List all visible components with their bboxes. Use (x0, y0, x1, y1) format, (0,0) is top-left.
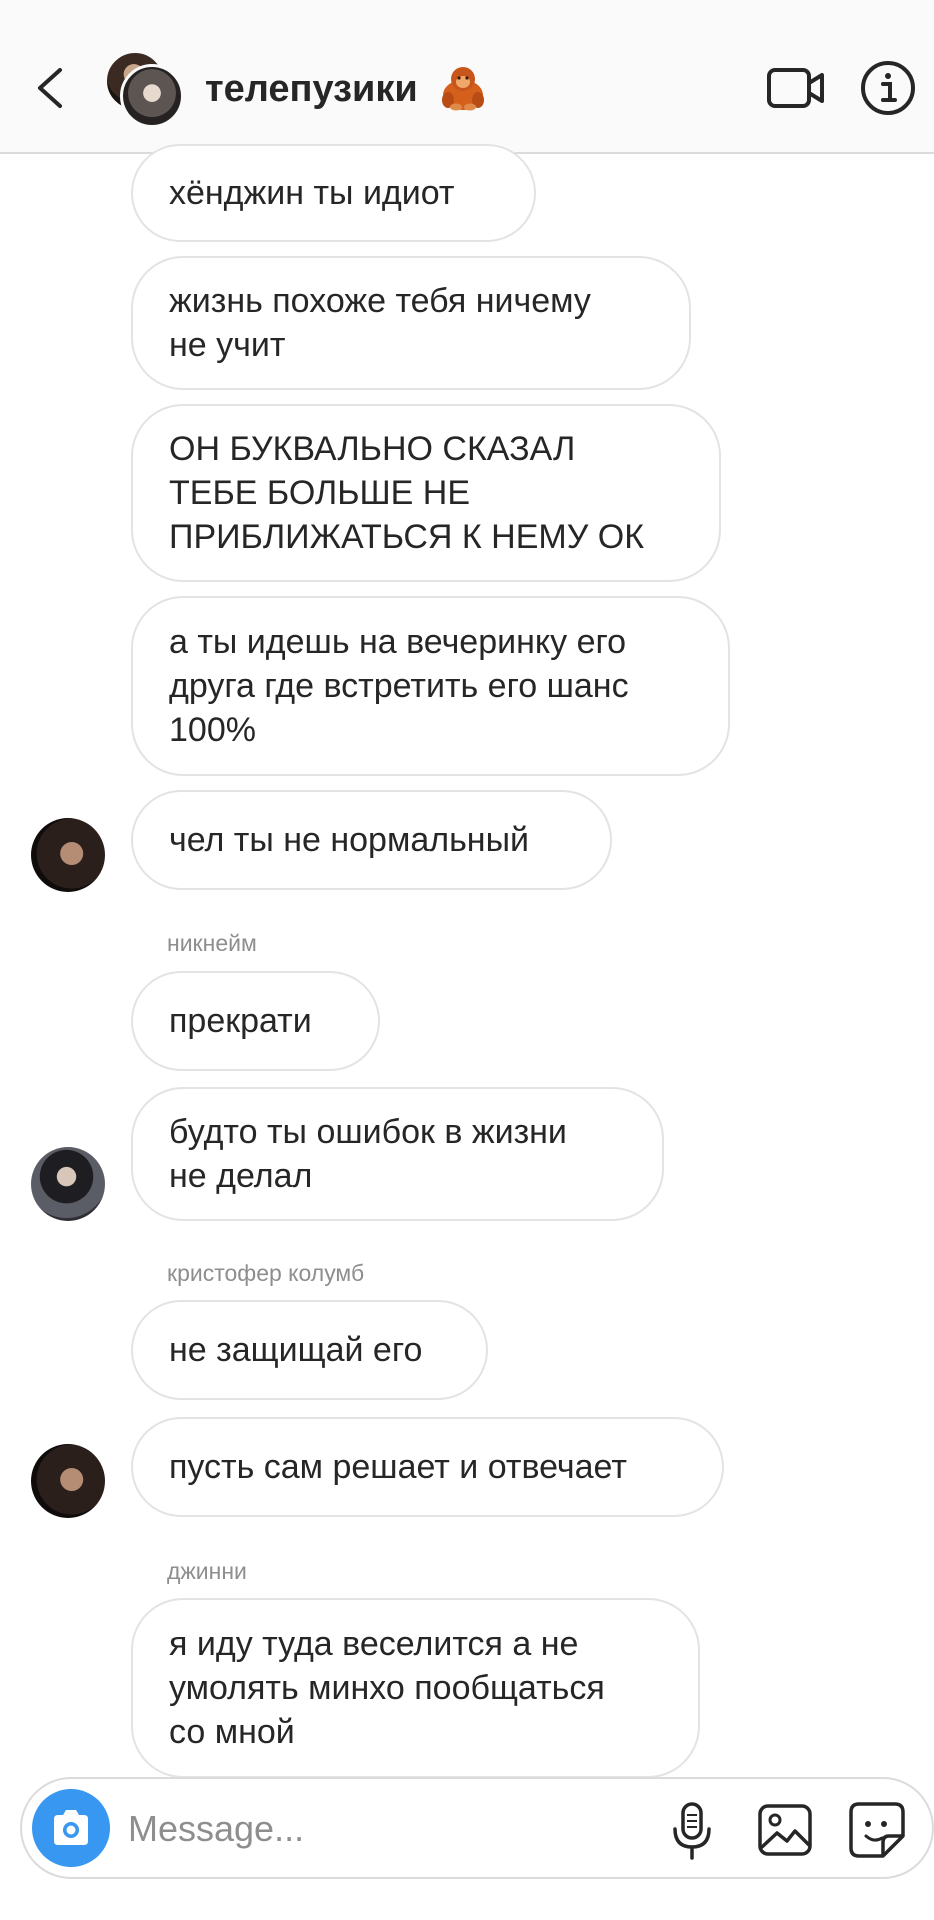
sticker-icon (849, 1802, 905, 1858)
message-composer (20, 1777, 934, 1879)
image-icon (758, 1804, 812, 1856)
video-call-button[interactable] (766, 66, 826, 110)
message-bubble[interactable]: жизнь похоже тебя ничему не учит (131, 256, 691, 390)
camera-button[interactable] (32, 1789, 110, 1867)
sender-name: кристофер колумб (167, 1260, 365, 1286)
message-bubble[interactable]: не защищай его (131, 1300, 488, 1400)
message-bubble[interactable]: хёнджин ты идиот (131, 144, 536, 242)
chat-title[interactable]: телепузики (205, 66, 488, 116)
info-button[interactable] (860, 60, 916, 116)
message-bubble[interactable]: будто ты ошибок в жизни не делал (131, 1087, 664, 1221)
message-text: не защищай его (169, 1331, 423, 1369)
voice-message-button[interactable] (670, 1801, 714, 1861)
message-input[interactable] (126, 1801, 650, 1857)
gallery-button[interactable] (757, 1803, 813, 1857)
message-text: а ты идешь на вечеринку его друга где вс… (169, 623, 629, 749)
message-text: ОН БУКВАЛЬНО СКАЗАЛ ТЕБЕ БОЛЬШЕ НЕ ПРИБЛ… (169, 430, 645, 556)
chevron-left-icon (38, 68, 62, 108)
chat-header: телепузики (0, 0, 934, 154)
message-text: чел ты не нормальный (169, 821, 530, 859)
user-avatar[interactable] (31, 818, 105, 892)
message-bubble[interactable]: а ты идешь на вечеринку его друга где вс… (131, 596, 730, 776)
message-bubble[interactable]: ОН БУКВАЛЬНО СКАЗАЛ ТЕБЕ БОЛЬШЕ НЕ ПРИБЛ… (131, 404, 721, 582)
sender-name: никнейм (167, 930, 257, 956)
message-text: я иду туда веселится а не умолять минхо … (169, 1625, 605, 1751)
user-avatar[interactable] (31, 1444, 105, 1518)
sender-name: джинни (167, 1558, 247, 1584)
orangutan-emoji (442, 67, 485, 111)
user-avatar[interactable] (31, 1147, 105, 1221)
back-button[interactable] (30, 60, 70, 116)
sticker-button[interactable] (848, 1801, 906, 1859)
message-text: жизнь похоже тебя ничему не учит (169, 282, 591, 364)
message-text: хёнджин ты идиот (169, 174, 455, 212)
message-bubble[interactable]: прекрати (131, 971, 380, 1071)
group-avatar[interactable] (104, 50, 184, 128)
message-text: пусть сам решает и отвечает (169, 1448, 627, 1486)
info-icon (861, 61, 915, 115)
message-bubble[interactable]: пусть сам решает и отвечает (131, 1417, 724, 1517)
message-text: прекрати (169, 1002, 312, 1040)
group-member-avatar (120, 64, 184, 128)
message-text: будто ты ошибок в жизни не делал (169, 1113, 567, 1195)
message-bubble[interactable]: чел ты не нормальный (131, 790, 612, 890)
chat-title-text: телепузики (205, 68, 418, 111)
camera-icon (54, 1810, 88, 1845)
video-camera-icon (767, 68, 824, 108)
message-bubble[interactable]: я иду туда веселится а не умолять минхо … (131, 1598, 700, 1778)
microphone-icon (673, 1802, 711, 1860)
